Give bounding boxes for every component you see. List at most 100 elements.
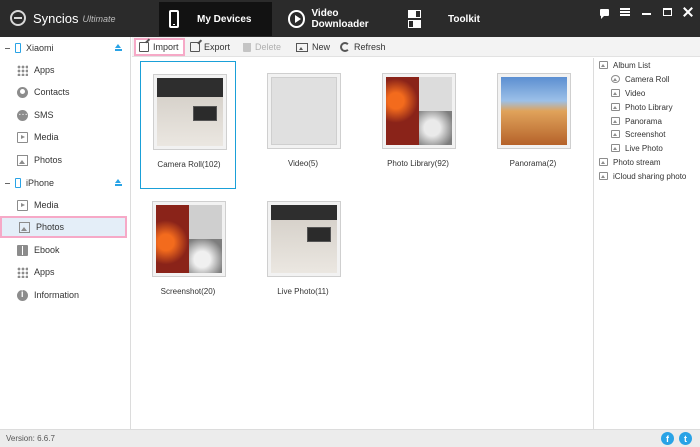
facebook-icon[interactable]: f xyxy=(661,432,674,445)
tab-my-devices-label: My Devices xyxy=(197,13,252,25)
sidebar-item-iphone-information[interactable]: Information xyxy=(0,284,131,306)
tree-item-screenshot[interactable]: Screenshot xyxy=(611,127,665,141)
tab-toolkit-label: Toolkit xyxy=(447,13,480,25)
eject-icon[interactable] xyxy=(115,179,122,186)
sidebar-item-xiaomi-media[interactable]: Media xyxy=(0,126,131,148)
twitter-icon[interactable]: t xyxy=(679,432,692,445)
maximize-button[interactable] xyxy=(660,5,674,19)
menu-icon xyxy=(620,8,630,16)
album-cover-image xyxy=(386,77,452,145)
album-card-camera-roll[interactable]: Camera Roll(102) xyxy=(140,61,236,189)
minimize-icon xyxy=(641,13,651,15)
album-thumbnail xyxy=(267,201,341,277)
sidebar-item-label: Photos xyxy=(36,222,65,232)
toolkit-icon xyxy=(408,10,421,28)
album-tree-panel: Album List Camera Roll Video Photo Libra… xyxy=(593,58,700,429)
album-card-live-photo[interactable]: Live Photo(11) xyxy=(255,189,351,317)
album-grid: Camera Roll(102) Video(5) Photo Library(… xyxy=(132,58,593,429)
minimize-button[interactable] xyxy=(639,5,653,19)
tree-item-label: Photo stream xyxy=(613,157,661,167)
sidebar-item-label: Information xyxy=(34,290,80,300)
sidebar-item-iphone-ebook[interactable]: Ebook xyxy=(0,239,131,261)
tab-toolkit[interactable]: Toolkit xyxy=(400,2,480,36)
device-sidebar: Xiaomi Apps Contacts SMS Media Photos iP… xyxy=(0,37,131,429)
sidebar-item-iphone-apps[interactable]: Apps xyxy=(0,261,131,283)
sidebar-item-label: SMS xyxy=(34,110,54,120)
sidebar-item-label: Media xyxy=(34,132,59,142)
album-thumbnail xyxy=(152,201,226,277)
sidebar-item-xiaomi-apps[interactable]: Apps xyxy=(0,59,131,81)
album-icon xyxy=(611,144,620,152)
refresh-button[interactable]: Refresh xyxy=(340,38,386,56)
album-name: Panorama(2) xyxy=(509,159,557,168)
tab-my-devices[interactable]: My Devices xyxy=(159,2,272,36)
new-album-button[interactable]: New xyxy=(296,38,330,56)
album-card-photo-library[interactable]: Photo Library(92) xyxy=(370,61,466,189)
tree-item-camera-roll[interactable]: Camera Roll xyxy=(611,72,669,86)
album-card-screenshot[interactable]: Screenshot(20) xyxy=(140,189,236,317)
sidebar-item-xiaomi-photos[interactable]: Photos xyxy=(0,149,131,171)
album-cover-image xyxy=(156,205,222,273)
album-cover-image xyxy=(271,205,337,273)
tab-video-downloader[interactable]: Video Downloader xyxy=(280,2,395,36)
tree-item-label: Photo Library xyxy=(625,102,673,112)
eject-icon[interactable] xyxy=(115,44,122,51)
device-name: iPhone xyxy=(26,178,55,188)
tree-item-label: Camera Roll xyxy=(625,74,670,84)
tree-item-live-photo[interactable]: Live Photo xyxy=(611,141,663,155)
sidebar-item-iphone-photos[interactable]: Photos xyxy=(0,216,127,238)
sidebar-item-label: Apps xyxy=(34,65,55,75)
device-name: Xiaomi xyxy=(26,43,54,53)
sidebar-item-iphone-media[interactable]: Media xyxy=(0,194,131,216)
collapse-icon[interactable] xyxy=(5,182,10,184)
sidebar-item-xiaomi-contacts[interactable]: Contacts xyxy=(0,81,131,103)
album-card-panorama[interactable]: Panorama(2) xyxy=(485,61,581,189)
export-button[interactable]: Export xyxy=(190,38,230,56)
menu-button[interactable] xyxy=(618,5,632,19)
sidebar-item-label: Contacts xyxy=(34,87,70,97)
tree-item-icloud-sharing[interactable]: iCloud sharing photo xyxy=(599,169,686,183)
feedback-button[interactable] xyxy=(597,5,611,19)
album-thumbnail xyxy=(267,73,341,149)
sidebar-item-label: Apps xyxy=(34,267,55,277)
chat-icon xyxy=(599,8,609,19)
photos-icon xyxy=(17,154,28,166)
album-cover-image xyxy=(501,77,567,145)
album-name: Screenshot(20) xyxy=(160,287,216,296)
refresh-label: Refresh xyxy=(354,42,386,52)
apps-icon xyxy=(17,64,28,76)
sidebar-item-xiaomi-sms[interactable]: SMS xyxy=(0,104,131,126)
album-list-icon xyxy=(599,61,608,69)
new-album-icon xyxy=(296,42,308,52)
tree-item-label: Live Photo xyxy=(625,143,663,153)
album-icon xyxy=(611,117,620,125)
media-icon xyxy=(17,199,28,211)
album-name: Video(5) xyxy=(287,159,319,168)
album-name: Camera Roll(102) xyxy=(157,160,221,169)
version-label: Version: 6.6.7 xyxy=(6,434,55,443)
import-button[interactable]: Import xyxy=(134,38,185,56)
close-button[interactable] xyxy=(681,5,695,19)
album-card-video[interactable]: Video(5) xyxy=(255,61,351,189)
tree-item-album-list[interactable]: Album List xyxy=(599,58,650,72)
device-xiaomi[interactable]: Xiaomi xyxy=(0,39,131,57)
tree-item-video[interactable]: Video xyxy=(611,86,645,100)
collapse-icon[interactable] xyxy=(5,47,10,49)
tree-item-photo-library[interactable]: Photo Library xyxy=(611,100,673,114)
media-icon xyxy=(17,131,28,143)
import-label: Import xyxy=(153,42,179,52)
app-brand: Syncios Ultimate xyxy=(10,8,116,28)
trash-icon xyxy=(243,42,251,52)
tree-item-panorama[interactable]: Panorama xyxy=(611,114,662,128)
syncios-logo-icon xyxy=(10,10,26,26)
photo-toolbar: Import Export Delete New Refresh xyxy=(132,37,700,57)
app-name: Syncios xyxy=(33,10,79,26)
device-iphone[interactable]: iPhone xyxy=(0,174,131,192)
delete-button[interactable]: Delete xyxy=(243,38,281,56)
tree-item-photo-stream[interactable]: Photo stream xyxy=(599,155,661,169)
album-thumbnail xyxy=(382,73,456,149)
sidebar-item-label: Photos xyxy=(34,155,63,165)
ebook-icon xyxy=(17,244,28,256)
album-icon xyxy=(599,172,608,180)
refresh-icon xyxy=(340,42,350,52)
